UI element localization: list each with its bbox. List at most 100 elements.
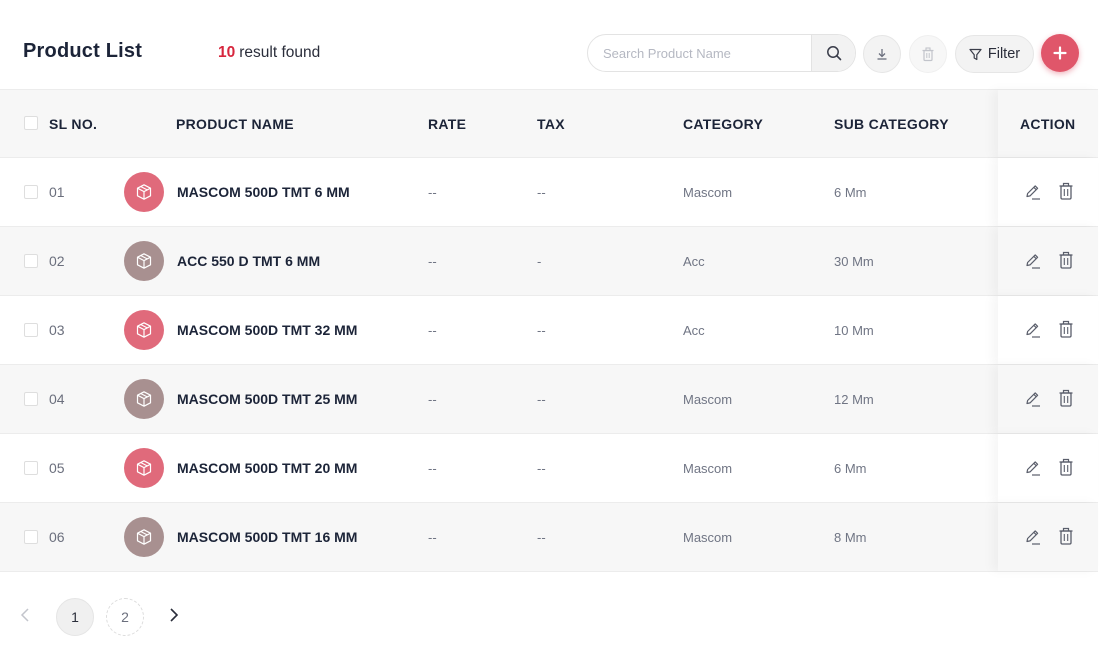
product-category: Acc — [683, 254, 705, 269]
row-checkbox[interactable] — [24, 254, 38, 268]
edit-pencil-icon[interactable] — [1024, 458, 1042, 478]
product-tax: -- — [537, 323, 546, 338]
row-actions — [998, 434, 1098, 502]
row-sl-number: 01 — [49, 184, 65, 200]
chevron-right-icon[interactable] — [167, 607, 181, 623]
product-tax: - — [537, 254, 542, 269]
plus-icon — [1053, 46, 1067, 60]
result-text: result found — [239, 44, 321, 61]
filter-label: Filter — [987, 46, 1021, 62]
download-icon — [877, 49, 887, 60]
product-avatar — [124, 517, 164, 557]
row-actions — [998, 227, 1098, 295]
trash-icon[interactable] — [1058, 458, 1074, 477]
filter-button[interactable]: Filter — [955, 35, 1034, 73]
page-button-1[interactable]: 1 — [56, 598, 94, 636]
search-button[interactable] — [811, 35, 855, 71]
page-header: Product List 10result found Filter — [0, 0, 1100, 90]
row-checkbox[interactable] — [24, 185, 38, 199]
table-row: 02 ACC 550 D TMT 6 MM -- - Acc 30 Mm — [0, 227, 1098, 296]
result-summary: 10 result found — [218, 44, 320, 62]
edit-pencil-icon[interactable] — [1024, 389, 1042, 409]
search-input[interactable] — [588, 35, 813, 71]
product-sub-category: 12 Mm — [834, 392, 874, 407]
bulk-delete-button[interactable] — [909, 35, 947, 73]
column-header-rate[interactable]: RATE — [428, 116, 466, 132]
table-row: 01 MASCOM 500D TMT 6 MM -- -- Mascom 6 M… — [0, 158, 1098, 227]
product-rate: -- — [428, 530, 437, 545]
edit-pencil-icon[interactable] — [1024, 251, 1042, 271]
edit-pencil-icon[interactable] — [1024, 527, 1042, 547]
product-name[interactable]: MASCOM 500D TMT 32 MM — [177, 322, 357, 338]
result-count: 10 — [218, 44, 236, 61]
row-sl-number: 06 — [49, 529, 65, 545]
product-sub-category: 8 Mm — [834, 530, 867, 545]
product-name[interactable]: MASCOM 500D TMT 6 MM — [177, 184, 350, 200]
row-actions — [998, 296, 1098, 364]
column-header-sl[interactable]: SL NO. — [49, 116, 97, 132]
page-button-2[interactable]: 2 — [106, 598, 144, 636]
table-row: 04 MASCOM 500D TMT 25 MM -- -- Mascom 12… — [0, 365, 1098, 434]
search-box — [587, 34, 856, 72]
select-all-checkbox[interactable] — [24, 116, 38, 130]
row-actions — [998, 503, 1098, 571]
row-sl-number: 03 — [49, 322, 65, 338]
column-header-category[interactable]: CATEGORY — [683, 116, 763, 132]
product-category: Acc — [683, 323, 705, 338]
table-header: SL NO. PRODUCT NAME RATE TAX CATEGORY SU… — [0, 89, 1098, 158]
product-table: SL NO. PRODUCT NAME RATE TAX CATEGORY SU… — [0, 89, 1098, 572]
product-name[interactable]: MASCOM 500D TMT 16 MM — [177, 529, 357, 545]
row-checkbox[interactable] — [24, 392, 38, 406]
box-icon — [136, 253, 152, 269]
product-sub-category: 6 Mm — [834, 461, 867, 476]
table-row: 03 MASCOM 500D TMT 32 MM -- -- Acc 10 Mm — [0, 296, 1098, 365]
column-header-tax[interactable]: TAX — [537, 116, 565, 132]
product-rate: -- — [428, 392, 437, 407]
product-rate: -- — [428, 254, 437, 269]
row-checkbox[interactable] — [24, 530, 38, 544]
table-row: 05 MASCOM 500D TMT 20 MM -- -- Mascom 6 … — [0, 434, 1098, 503]
product-avatar — [124, 172, 164, 212]
product-avatar — [124, 241, 164, 281]
product-category: Mascom — [683, 530, 733, 545]
product-name[interactable]: MASCOM 500D TMT 20 MM — [177, 460, 357, 476]
product-rate: -- — [428, 323, 437, 338]
trash-icon[interactable] — [1058, 320, 1074, 339]
column-header-product-name[interactable]: PRODUCT NAME — [176, 116, 294, 132]
search-icon — [826, 46, 841, 61]
filter-icon — [969, 48, 982, 60]
row-sl-number: 02 — [49, 253, 65, 269]
product-sub-category: 6 Mm — [834, 185, 867, 200]
product-tax: -- — [537, 461, 546, 476]
trash-icon[interactable] — [1058, 527, 1074, 546]
download-button[interactable] — [863, 35, 901, 73]
row-checkbox[interactable] — [24, 323, 38, 337]
table-row: 06 MASCOM 500D TMT 16 MM -- -- Mascom 8 … — [0, 503, 1098, 572]
product-sub-category: 30 Mm — [834, 254, 874, 269]
edit-pencil-icon[interactable] — [1024, 182, 1042, 202]
trash-icon[interactable] — [1058, 251, 1074, 270]
edit-pencil-icon[interactable] — [1024, 320, 1042, 340]
add-product-button[interactable] — [1041, 34, 1079, 72]
column-header-sub-category[interactable]: SUB CATEGORY — [834, 116, 949, 132]
action-column-header: ACTION — [998, 90, 1098, 157]
page-title: Product List — [23, 40, 143, 62]
trash-icon[interactable] — [1058, 182, 1074, 201]
product-tax: -- — [537, 185, 546, 200]
product-sub-category: 10 Mm — [834, 323, 874, 338]
pagination: 1 2 — [0, 596, 300, 636]
product-name[interactable]: ACC 550 D TMT 6 MM — [177, 253, 320, 269]
chevron-left-icon[interactable] — [18, 607, 32, 623]
row-sl-number: 04 — [49, 391, 65, 407]
box-icon — [136, 391, 152, 407]
box-icon — [136, 460, 152, 476]
trash-icon[interactable] — [1058, 389, 1074, 408]
product-name[interactable]: MASCOM 500D TMT 25 MM — [177, 391, 357, 407]
row-checkbox[interactable] — [24, 461, 38, 475]
product-tax: -- — [537, 392, 546, 407]
product-category: Mascom — [683, 461, 733, 476]
column-header-action: ACTION — [1020, 116, 1076, 132]
row-actions — [998, 365, 1098, 433]
product-avatar — [124, 448, 164, 488]
row-sl-number: 05 — [49, 460, 65, 476]
